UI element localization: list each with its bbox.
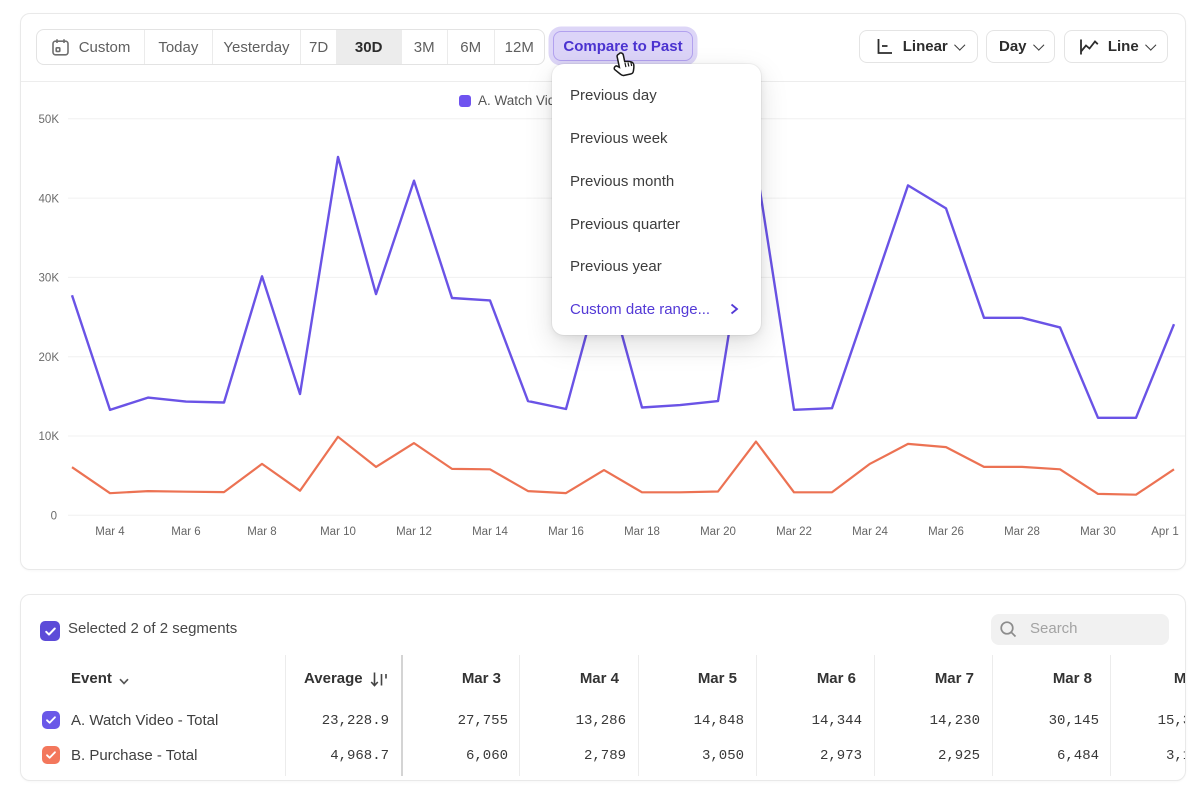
svg-text:Mar 28: Mar 28 bbox=[1004, 526, 1040, 538]
svg-text:Apr 1: Apr 1 bbox=[1151, 526, 1179, 538]
svg-text:0: 0 bbox=[51, 511, 57, 523]
svg-text:Mar 4: Mar 4 bbox=[95, 526, 125, 538]
svg-text:50K: 50K bbox=[39, 114, 60, 126]
svg-text:Mar 14: Mar 14 bbox=[472, 526, 508, 538]
svg-text:Mar 16: Mar 16 bbox=[548, 526, 584, 538]
svg-text:Mar 24: Mar 24 bbox=[852, 526, 888, 538]
svg-text:Mar 26: Mar 26 bbox=[928, 526, 964, 538]
svg-text:Mar 22: Mar 22 bbox=[776, 526, 812, 538]
svg-text:20K: 20K bbox=[39, 352, 60, 364]
svg-text:40K: 40K bbox=[39, 193, 60, 205]
svg-text:Mar 8: Mar 8 bbox=[247, 526, 276, 538]
svg-text:Mar 20: Mar 20 bbox=[700, 526, 736, 538]
svg-text:Mar 30: Mar 30 bbox=[1080, 526, 1116, 538]
svg-text:30K: 30K bbox=[39, 273, 60, 285]
svg-text:10K: 10K bbox=[39, 431, 60, 443]
svg-text:Mar 6: Mar 6 bbox=[171, 526, 200, 538]
svg-text:Mar 12: Mar 12 bbox=[396, 526, 432, 538]
svg-text:Mar 18: Mar 18 bbox=[624, 526, 660, 538]
svg-text:Mar 10: Mar 10 bbox=[320, 526, 356, 538]
